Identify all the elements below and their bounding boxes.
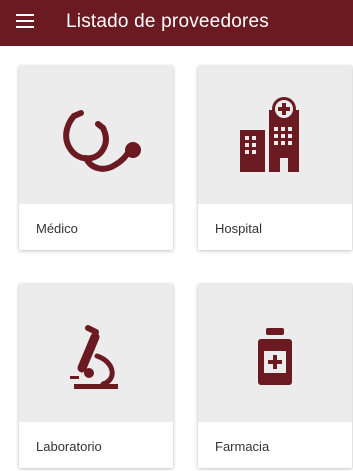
card-media (198, 284, 352, 422)
menu-icon-bar (16, 14, 34, 16)
page-title: Listado de proveedores (66, 11, 269, 32)
provider-card-farmacia[interactable]: Farmacia (198, 284, 352, 468)
menu-icon-bar (16, 26, 34, 28)
provider-card-medico[interactable]: Médico (19, 66, 173, 250)
card-label: Médico (36, 221, 78, 236)
menu-icon-bar (16, 20, 34, 22)
card-label: Farmacia (215, 439, 270, 454)
hospital-building-icon (240, 97, 299, 172)
medicine-bottle-icon (258, 328, 292, 385)
card-label: Laboratorio (36, 439, 102, 454)
card-label: Hospital (215, 221, 262, 236)
card-media (198, 66, 352, 204)
stethoscope-icon (63, 110, 141, 172)
menu-button[interactable] (16, 14, 34, 28)
card-media (19, 66, 173, 204)
app-bar: Listado de proveedores (0, 0, 353, 46)
microscope-icon (70, 325, 118, 389)
provider-card-laboratorio[interactable]: Laboratorio (19, 284, 173, 468)
provider-card-hospital[interactable]: Hospital (198, 66, 352, 250)
card-media (19, 284, 173, 422)
